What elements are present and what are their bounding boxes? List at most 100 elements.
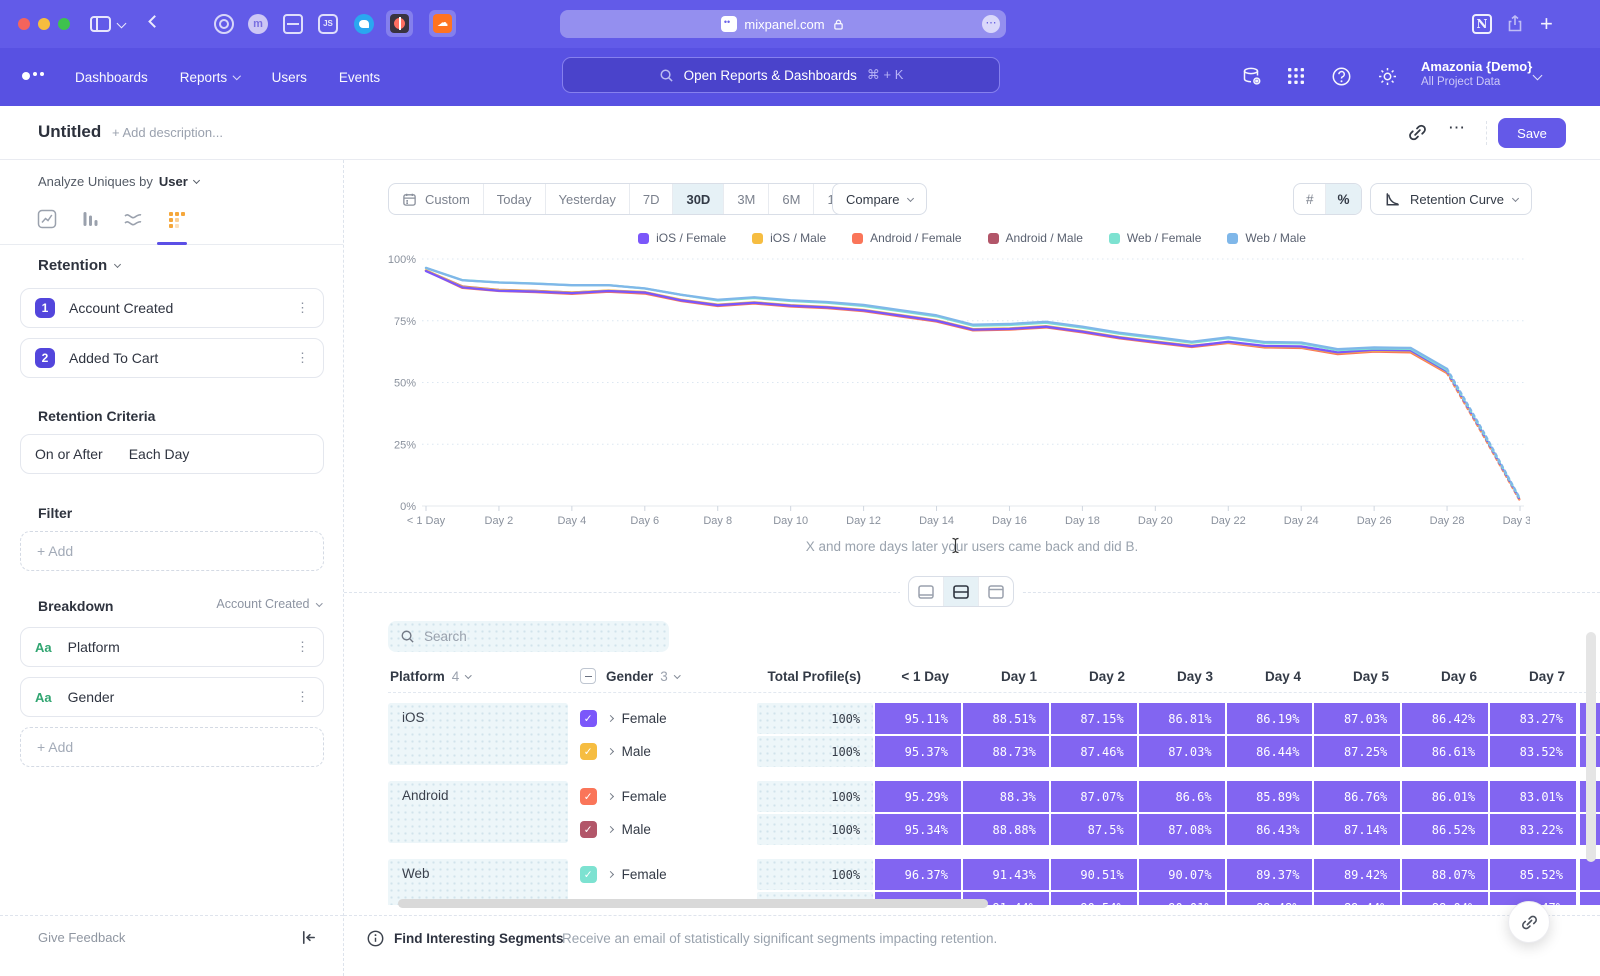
- step-card-account-created[interactable]: 1Account Created⋮: [20, 288, 324, 328]
- series-checkbox[interactable]: ✓: [580, 743, 597, 760]
- column-day4[interactable]: Day 4: [1226, 669, 1314, 684]
- retention-value-cell[interactable]: 91.43%: [963, 859, 1049, 890]
- retention-criteria-card[interactable]: On or After Each Day: [20, 434, 324, 474]
- extension-js-icon[interactable]: JS: [318, 14, 338, 34]
- vertical-scrollbar[interactable]: [1586, 632, 1596, 862]
- layout-chart-focus[interactable]: [909, 577, 943, 606]
- copy-link-icon[interactable]: [1408, 123, 1427, 142]
- absolute-numbers-toggle[interactable]: #: [1294, 184, 1325, 214]
- kebab-menu-icon[interactable]: ⋮: [296, 689, 309, 705]
- new-tab-icon[interactable]: +: [1540, 14, 1553, 34]
- minimize-window-button[interactable]: [38, 18, 50, 30]
- extension-orange-tile-icon[interactable]: ☁: [429, 10, 456, 37]
- range-30d[interactable]: 30D: [672, 184, 723, 214]
- extension-dark-tile-icon[interactable]: [386, 10, 413, 37]
- retention-value-cell[interactable]: 96.37%: [875, 859, 961, 890]
- kebab-menu-icon[interactable]: ⋮: [296, 300, 309, 316]
- gender-cell[interactable]: ✓Female: [568, 703, 750, 734]
- range-3m[interactable]: 3M: [723, 184, 768, 214]
- address-bar[interactable]: mixpanel.com ⋯: [560, 10, 1006, 38]
- retention-value-cell[interactable]: 95.34%: [875, 814, 961, 845]
- breakdown-scope-selector[interactable]: Account Created: [216, 597, 321, 611]
- retention-value-cell[interactable]: 88.07%: [1402, 859, 1488, 890]
- retention-value-cell[interactable]: 89.44%: [1314, 892, 1400, 905]
- chevron-right-icon[interactable]: [607, 748, 614, 755]
- chevron-right-icon[interactable]: [607, 793, 614, 800]
- kebab-menu-icon[interactable]: ⋮: [296, 639, 309, 655]
- retention-value-cell[interactable]: 86.44%: [1227, 736, 1313, 767]
- chevron-right-icon[interactable]: [607, 826, 614, 833]
- filter-add-button[interactable]: + Add: [20, 531, 324, 571]
- retention-value-cell[interactable]: 86.6%: [1139, 781, 1225, 812]
- column-day5[interactable]: Day 5: [1314, 669, 1402, 684]
- analyze-uniques-row[interactable]: Analyze Uniques by User: [38, 174, 199, 189]
- breakdown-add-button[interactable]: + Add: [20, 727, 324, 767]
- retention-value-cell[interactable]: 87.08%: [1139, 814, 1225, 845]
- apps-grid-icon[interactable]: [1285, 65, 1307, 87]
- retention-value-cell[interactable]: 86.43%: [1227, 814, 1313, 845]
- legend-item[interactable]: iOS / Male: [752, 231, 826, 245]
- range-7d[interactable]: 7D: [629, 184, 673, 214]
- legend-item[interactable]: Android / Female: [852, 231, 961, 245]
- series-checkbox[interactable]: ✓: [580, 821, 597, 838]
- column-day1[interactable]: Day 1: [962, 669, 1050, 684]
- tab-retention-active[interactable]: [165, 208, 187, 230]
- retention-value-cell[interactable]: 87.25%: [1314, 736, 1400, 767]
- retention-line-chart[interactable]: 0%25%50%75%100%< 1 DayDay 2Day 4Day 6Day…: [384, 250, 1530, 540]
- collapse-sidebar-icon[interactable]: [300, 929, 317, 946]
- legend-item[interactable]: Web / Male: [1227, 231, 1305, 245]
- browser-sidebar-icon[interactable]: [90, 16, 111, 32]
- legend-item[interactable]: Android / Male: [988, 231, 1083, 245]
- extension-m-icon[interactable]: m: [248, 14, 268, 34]
- retention-value-cell[interactable]: 86.76%: [1314, 781, 1400, 812]
- back-icon[interactable]: [148, 15, 161, 28]
- chevron-down-icon[interactable]: [117, 19, 127, 29]
- retention-value-cell[interactable]: 83.01%: [1490, 781, 1576, 812]
- table-search-input[interactable]: Search: [388, 621, 669, 652]
- compare-button[interactable]: Compare: [832, 183, 927, 215]
- chevron-right-icon[interactable]: [607, 715, 614, 722]
- legend-item[interactable]: Web / Female: [1109, 231, 1201, 245]
- retention-value-cell[interactable]: 88.51%: [963, 703, 1049, 734]
- column-platform[interactable]: Platform 4: [388, 669, 568, 684]
- breakdown-card-gender[interactable]: AaGender⋮: [20, 677, 324, 717]
- retention-value-cell[interactable]: 89.48%: [1227, 892, 1313, 905]
- tab-insights[interactable]: [36, 208, 58, 230]
- mixpanel-logo[interactable]: [22, 72, 44, 80]
- find-interesting-segments-link[interactable]: Find Interesting Segments: [394, 931, 564, 946]
- retention-section-heading[interactable]: Retention: [38, 257, 120, 274]
- horizontal-scrollbar[interactable]: [398, 899, 988, 908]
- series-solid-web-male[interactable]: [426, 268, 1447, 369]
- retention-value-cell[interactable]: 86.52%: [1402, 814, 1488, 845]
- retention-value-cell[interactable]: 85.52%: [1490, 859, 1576, 890]
- tab-funnels[interactable]: [79, 208, 101, 230]
- nav-link-users[interactable]: Users: [272, 70, 307, 85]
- retention-value-cell[interactable]: 88.3%: [963, 781, 1049, 812]
- retention-value-cell[interactable]: 90.01%: [1139, 892, 1225, 905]
- retention-value-cell[interactable]: 83.52%: [1490, 736, 1576, 767]
- column-total-profiles[interactable]: Total Profile(s): [750, 669, 874, 684]
- give-feedback-link[interactable]: Give Feedback: [38, 930, 125, 945]
- extension-bird-icon[interactable]: [354, 14, 374, 34]
- series-checkbox[interactable]: ✓: [580, 710, 597, 727]
- gender-select-all-checkbox[interactable]: [580, 668, 596, 684]
- retention-value-cell[interactable]: 89.37%: [1227, 859, 1313, 890]
- retention-value-cell[interactable]: 87.07%: [1051, 781, 1137, 812]
- gender-cell[interactable]: ✓Female: [568, 781, 750, 812]
- retention-value-cell[interactable]: 87.15%: [1051, 703, 1137, 734]
- nav-link-dashboards[interactable]: Dashboards: [75, 70, 148, 85]
- retention-value-cell[interactable]: 86.61%: [1402, 736, 1488, 767]
- project-switcher[interactable]: Amazonia {Demo} All Project Data: [1421, 59, 1532, 88]
- range-custom[interactable]: Custom: [389, 184, 483, 214]
- retention-value-cell[interactable]: 86.19%: [1227, 703, 1313, 734]
- column-1day[interactable]: < 1 Day: [874, 669, 962, 684]
- retention-value-cell[interactable]: 86.42%: [1402, 703, 1488, 734]
- chart-type-selector[interactable]: Retention Curve: [1370, 183, 1532, 215]
- settings-gear-icon[interactable]: [1376, 65, 1399, 88]
- analyze-value[interactable]: User: [159, 174, 188, 189]
- add-description[interactable]: + Add description...: [112, 125, 223, 140]
- layout-table-focus[interactable]: [978, 577, 1013, 606]
- criteria-each-day[interactable]: Each Day: [129, 446, 190, 462]
- breakdown-card-platform[interactable]: AaPlatform⋮: [20, 627, 324, 667]
- column-day6[interactable]: Day 6: [1402, 669, 1490, 684]
